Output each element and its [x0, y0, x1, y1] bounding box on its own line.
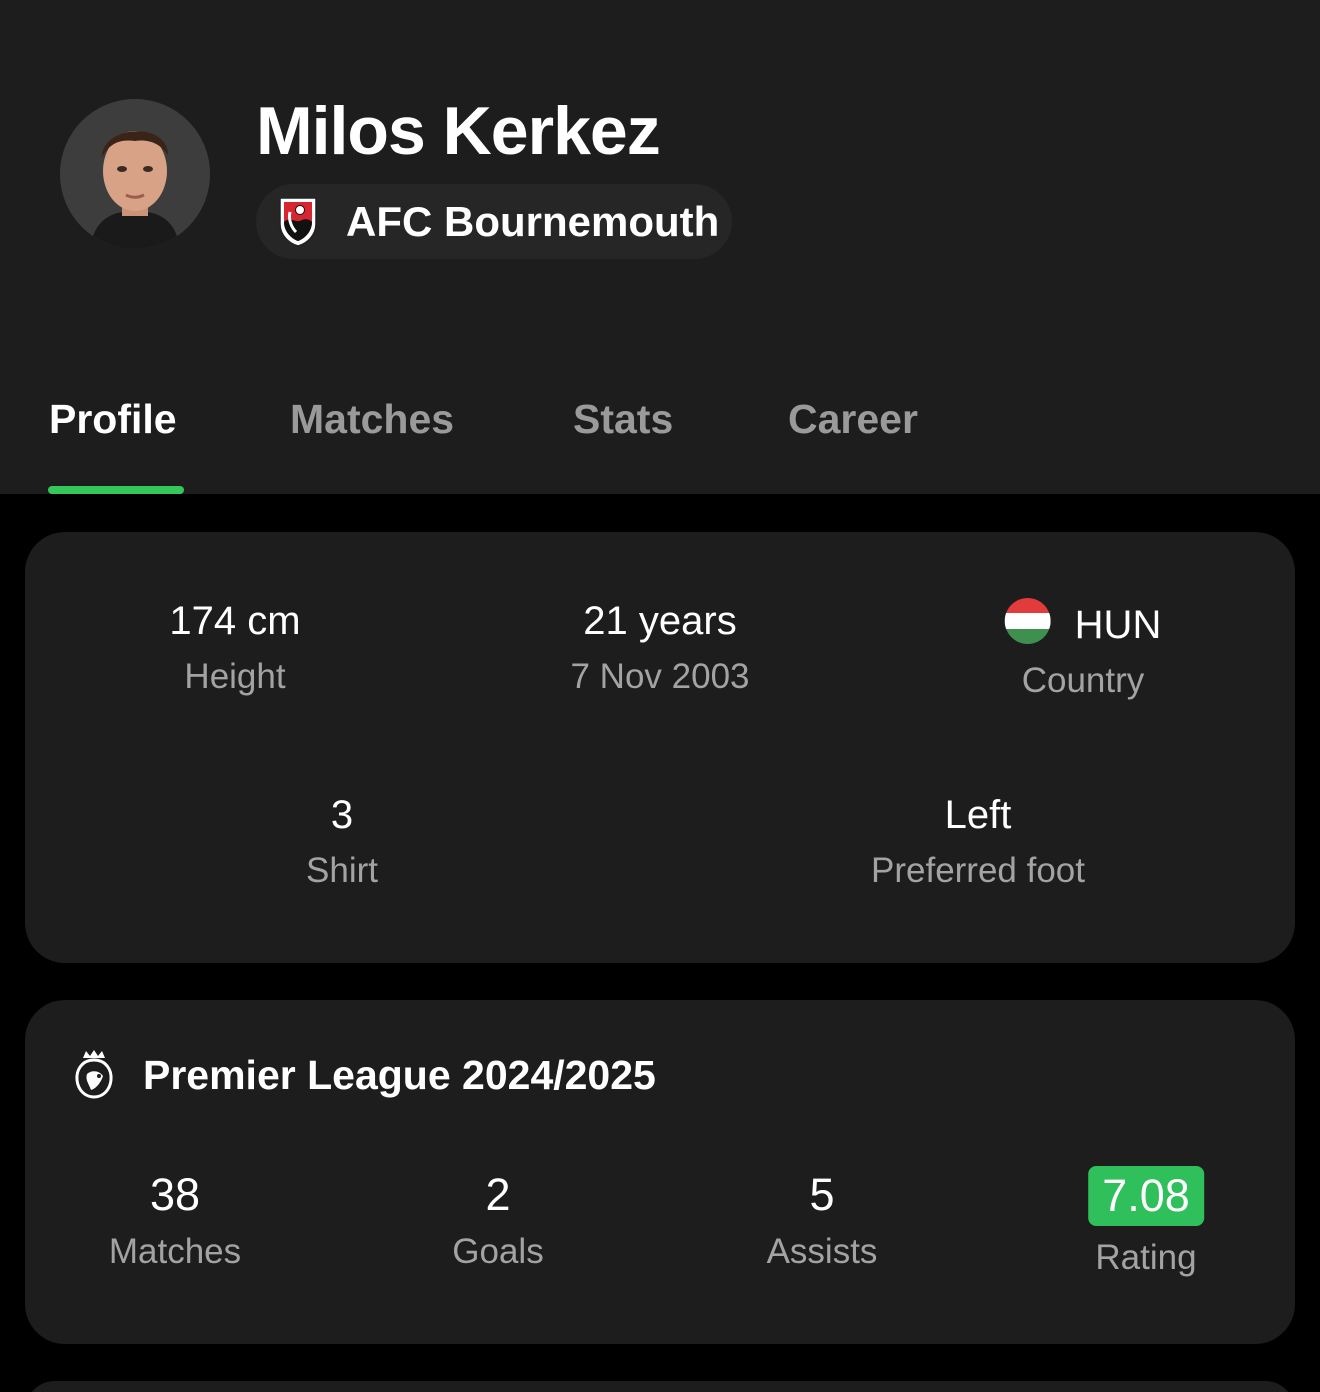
age-cell: 21 years 7 Nov 2003 — [570, 598, 749, 697]
height-value: 174 cm — [169, 599, 301, 643]
matches-label: Matches — [108, 1232, 242, 1271]
matches-value: 38 — [149, 1169, 201, 1220]
country-label: Country — [1021, 661, 1145, 700]
player-name: Milos Kerkez — [256, 93, 661, 169]
foot-value: Left — [944, 793, 1012, 837]
height-label: Height — [184, 657, 286, 696]
player-info-card: 174 cm Height 21 years 7 Nov 2003 HUN Co… — [25, 532, 1295, 963]
goals-stat: 2 Goals — [452, 1170, 543, 1272]
tab-profile[interactable]: Profile — [49, 396, 177, 443]
country-cell[interactable]: HUN Country — [1004, 598, 1162, 701]
birth-date: 7 Nov 2003 — [570, 657, 750, 696]
club-chip[interactable]: AFC Bournemouth — [256, 184, 732, 259]
height-cell: 174 cm Height — [169, 598, 300, 697]
next-card — [25, 1381, 1295, 1392]
tab-career[interactable]: Career — [788, 396, 918, 443]
goals-value: 2 — [485, 1169, 511, 1220]
tab-matches[interactable]: Matches — [290, 396, 454, 443]
bournemouth-crest-icon — [276, 194, 320, 248]
shirt-cell: 3 Shirt — [306, 792, 378, 891]
assists-value: 5 — [809, 1169, 835, 1220]
age-value: 21 years — [583, 599, 737, 643]
rating-badge: 7.08 — [1088, 1166, 1204, 1226]
player-avatar — [60, 99, 210, 249]
tab-stats[interactable]: Stats — [573, 396, 673, 443]
goals-label: Goals — [452, 1232, 544, 1271]
club-name: AFC Bournemouth — [346, 198, 720, 245]
assists-label: Assists — [766, 1232, 878, 1271]
rating-label: Rating — [1095, 1238, 1197, 1277]
player-header: Milos Kerkez AFC Bournemouth Profile Mat… — [0, 0, 1320, 494]
assists-stat: 5 Assists — [767, 1170, 878, 1272]
country-code: HUN — [1074, 603, 1162, 647]
league-stats-card[interactable]: Premier League 2024/2025 38 Matches 2 Go… — [25, 1000, 1295, 1344]
active-tab-indicator — [48, 486, 184, 494]
shirt-value: 3 — [330, 793, 354, 837]
foot-cell: Left Preferred foot — [871, 792, 1085, 891]
premier-league-lion-icon — [73, 1048, 115, 1100]
league-title: Premier League 2024/2025 — [143, 1052, 656, 1098]
matches-stat: 38 Matches — [109, 1170, 241, 1272]
hungary-flag-icon — [1004, 598, 1051, 644]
foot-label: Preferred foot — [871, 851, 1085, 890]
shirt-label: Shirt — [306, 851, 378, 890]
rating-stat: 7.08 Rating — [1088, 1166, 1204, 1278]
